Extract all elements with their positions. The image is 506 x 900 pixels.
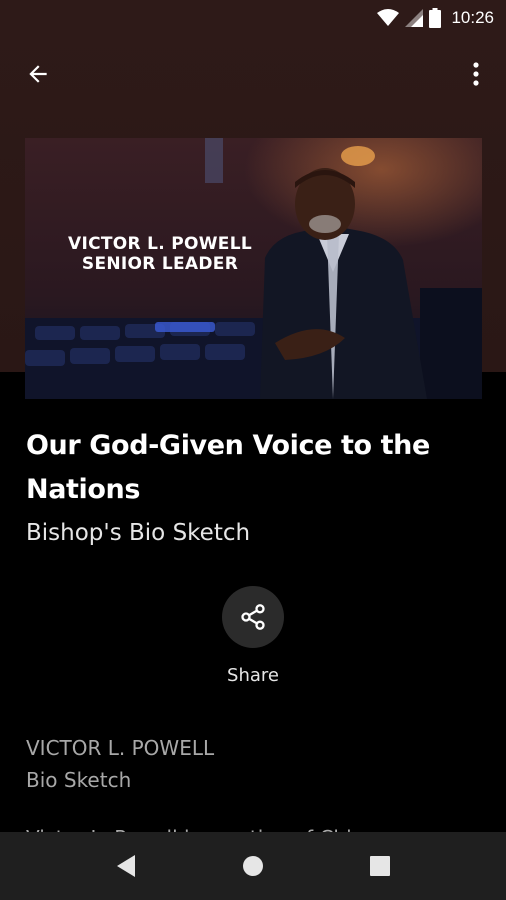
system-nav-bar [0,832,506,900]
hero-image: VICTOR L. POWELL SENIOR LEADER [25,138,482,399]
author-subtitle: Bio Sketch [26,768,132,792]
page-title: Our God-Given Voice to the Nations [26,430,430,505]
signal-icon [405,9,424,27]
share-button[interactable] [222,586,284,648]
recents-square-icon [370,856,390,876]
nav-recents-button[interactable] [362,848,398,884]
body-text: Victor L. Powell is a native of Chicago [26,824,486,832]
hero-caption-name: VICTOR L. POWELL [68,234,252,254]
nav-home-button[interactable] [235,848,271,884]
screen: 10:26 VICTOR L. POWELL SENIOR LEADER Our… [0,0,506,900]
more-options-button[interactable] [456,52,496,96]
hero-caption-role: SENIOR LEADER [81,254,239,274]
wifi-icon [377,9,400,27]
more-vert-icon [473,62,479,86]
share-label: Share [227,665,279,686]
nav-back-button[interactable] [108,848,144,884]
share-icon [241,604,265,630]
status-bar: 10:26 [0,0,506,36]
page-subtitle: Bishop's Bio Sketch [26,520,251,546]
app-bar [0,46,506,102]
back-triangle-icon [117,855,135,877]
arrow-back-icon [29,65,47,83]
status-time: 10:26 [451,8,494,27]
home-circle-icon [243,856,263,876]
hero-caption: VICTOR L. POWELL SENIOR LEADER [25,234,295,274]
author-name: VICTOR L. POWELL [26,736,215,760]
back-button[interactable] [16,52,60,96]
battery-icon [429,8,442,28]
